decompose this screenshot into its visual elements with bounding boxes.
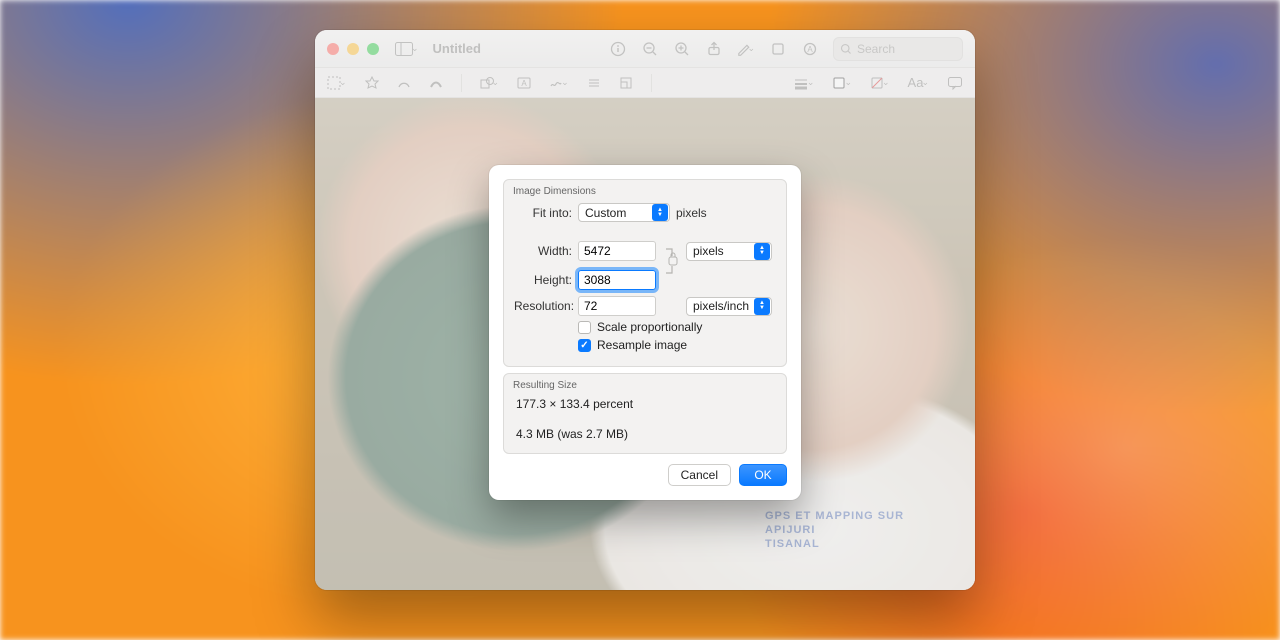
resulting-size-title: Resulting Size <box>513 380 776 391</box>
fit-into-select[interactable]: Custom ▲▼ <box>578 203 670 222</box>
image-dimensions-title: Image Dimensions <box>513 186 776 197</box>
fit-into-label: Fit into: <box>514 206 572 220</box>
resolution-input[interactable] <box>578 296 656 316</box>
resample-image-checkbox[interactable]: ✓ <box>578 339 591 352</box>
resulting-percent: 177.3 × 133.4 percent <box>516 397 776 411</box>
width-label: Width: <box>514 244 572 258</box>
resolution-unit-select[interactable]: pixels/inch ▲▼ <box>686 297 772 316</box>
scale-proportionally-checkbox[interactable] <box>578 321 591 334</box>
fit-into-unit: pixels <box>676 206 707 220</box>
scale-proportionally-label: Scale proportionally <box>597 320 702 334</box>
preview-window: ⌄ Untitled ⌄ A Search ⌄ ⌄ A ⌄ ⌄ <box>315 30 975 590</box>
image-dimensions-group: Image Dimensions Fit into: Custom ▲▼ pix… <box>503 179 787 367</box>
width-input[interactable] <box>578 241 656 261</box>
resolution-label: Resolution: <box>514 299 572 313</box>
resulting-filesize: 4.3 MB (was 2.7 MB) <box>516 427 776 441</box>
resulting-size-group: Resulting Size 177.3 × 133.4 percent 4.3… <box>503 373 787 454</box>
resample-image-label: Resample image <box>597 338 687 352</box>
ok-button[interactable]: OK <box>739 464 787 486</box>
height-label: Height: <box>514 273 572 287</box>
cancel-button[interactable]: Cancel <box>668 464 731 486</box>
adjust-size-dialog: Image Dimensions Fit into: Custom ▲▼ pix… <box>489 165 801 500</box>
lock-aspect-icon[interactable] <box>662 246 680 276</box>
height-input[interactable] <box>578 270 656 290</box>
size-unit-select[interactable]: pixels ▲▼ <box>686 242 772 261</box>
